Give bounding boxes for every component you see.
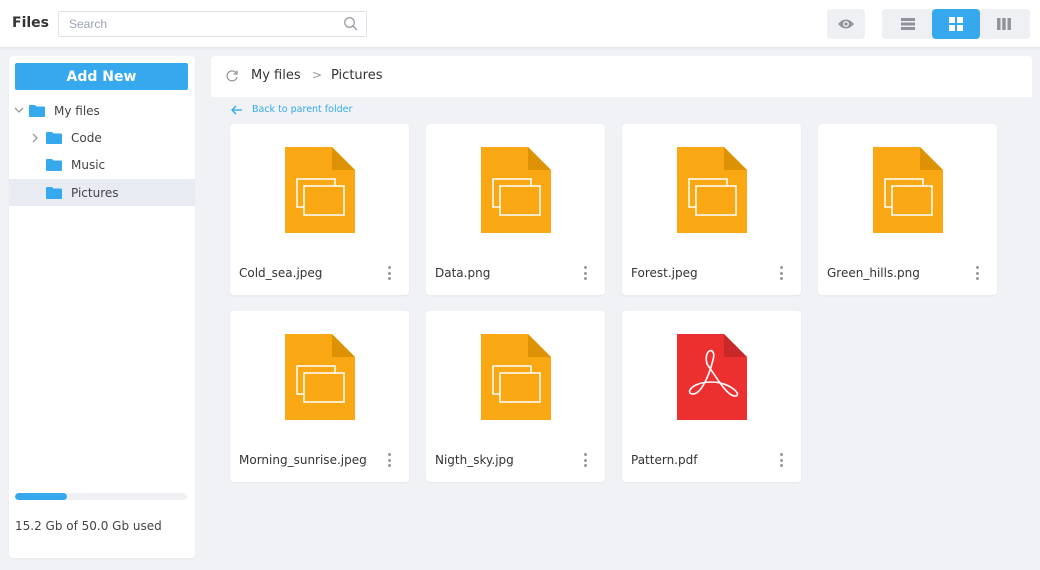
storage-usage-bar	[15, 493, 187, 500]
storage-usage-text: 15.2 Gb of 50.0 Gb used	[15, 519, 162, 533]
file-name: Cold_sea.jpeg	[239, 266, 323, 280]
preview-toggle-button[interactable]	[827, 9, 865, 39]
search-icon[interactable]	[343, 16, 359, 32]
tree-item-label: Pictures	[71, 185, 119, 200]
columns-view-icon	[997, 18, 1011, 30]
storage-usage-fill	[15, 493, 68, 500]
file-card[interactable]: Pattern.pdf	[622, 311, 801, 482]
image-file-icon	[285, 334, 355, 420]
tree-item-label: My files	[54, 103, 100, 118]
file-name: Data.png	[435, 266, 491, 280]
image-file-icon	[285, 147, 355, 233]
eye-icon	[838, 19, 854, 29]
view-mode-switcher	[882, 9, 1030, 39]
file-card[interactable]: Morning_sunrise.jpeg	[230, 311, 409, 482]
breadcrumb-item-my-files[interactable]: My files	[251, 68, 301, 83]
image-file-icon	[481, 334, 551, 420]
more-options-icon[interactable]	[580, 264, 590, 282]
file-name: Nigth_sky.jpg	[435, 453, 514, 467]
file-name: Green_hills.png	[827, 266, 920, 280]
tree-item-label: Code	[71, 130, 102, 145]
add-new-button[interactable]: Add New	[15, 63, 188, 90]
folder-icon	[29, 104, 45, 117]
search-input[interactable]	[59, 12, 329, 36]
file-card[interactable]: Nigth_sky.jpg	[426, 311, 605, 482]
breadcrumb-separator: >	[312, 68, 323, 82]
file-name: Forest.jpeg	[631, 266, 698, 280]
tree-item-my-files[interactable]: My files	[9, 97, 195, 124]
image-file-icon	[677, 147, 747, 233]
breadcrumb: My files > Pictures	[211, 56, 1032, 97]
chevron-right-icon[interactable]	[29, 132, 41, 144]
file-card[interactable]: Cold_sea.jpeg	[230, 124, 409, 295]
folder-icon	[46, 186, 62, 199]
chevron-down-icon[interactable]	[13, 105, 25, 117]
back-to-parent-link[interactable]: Back to parent folder	[231, 104, 352, 115]
refresh-icon[interactable]	[225, 69, 239, 83]
app-title: Files	[12, 15, 49, 31]
file-card[interactable]: Data.png	[426, 124, 605, 295]
more-options-icon[interactable]	[776, 451, 786, 469]
image-file-icon	[481, 147, 551, 233]
arrow-left-icon	[231, 105, 242, 114]
tree-item-pictures[interactable]: Pictures	[9, 179, 195, 206]
more-options-icon[interactable]	[384, 264, 394, 282]
folder-icon	[46, 131, 62, 144]
more-options-icon[interactable]	[776, 264, 786, 282]
list-view-button[interactable]	[884, 9, 932, 39]
tree-item-code[interactable]: Code	[9, 124, 195, 151]
file-card[interactable]: Forest.jpeg	[622, 124, 801, 295]
columns-view-button[interactable]	[980, 9, 1028, 39]
list-view-icon	[901, 18, 915, 30]
file-name: Morning_sunrise.jpeg	[239, 453, 367, 467]
tree-item-label: Music	[71, 157, 106, 172]
more-options-icon[interactable]	[384, 451, 394, 469]
pdf-file-icon	[677, 334, 747, 420]
grid-view-icon	[949, 17, 963, 31]
top-bar: Files	[0, 0, 1040, 47]
file-card[interactable]: Green_hills.png	[818, 124, 997, 295]
breadcrumb-item-pictures[interactable]: Pictures	[331, 68, 382, 83]
tree-item-music[interactable]: Music	[9, 151, 195, 178]
grid-view-button[interactable]	[932, 9, 980, 39]
more-options-icon[interactable]	[580, 451, 590, 469]
file-name: Pattern.pdf	[631, 453, 698, 467]
folder-icon	[46, 158, 62, 171]
sidebar: Add New My files Code Music Pictures 15.…	[9, 56, 195, 558]
image-file-icon	[873, 147, 943, 233]
back-link-label: Back to parent folder	[252, 104, 353, 115]
more-options-icon[interactable]	[972, 264, 982, 282]
search-box[interactable]	[58, 11, 367, 37]
